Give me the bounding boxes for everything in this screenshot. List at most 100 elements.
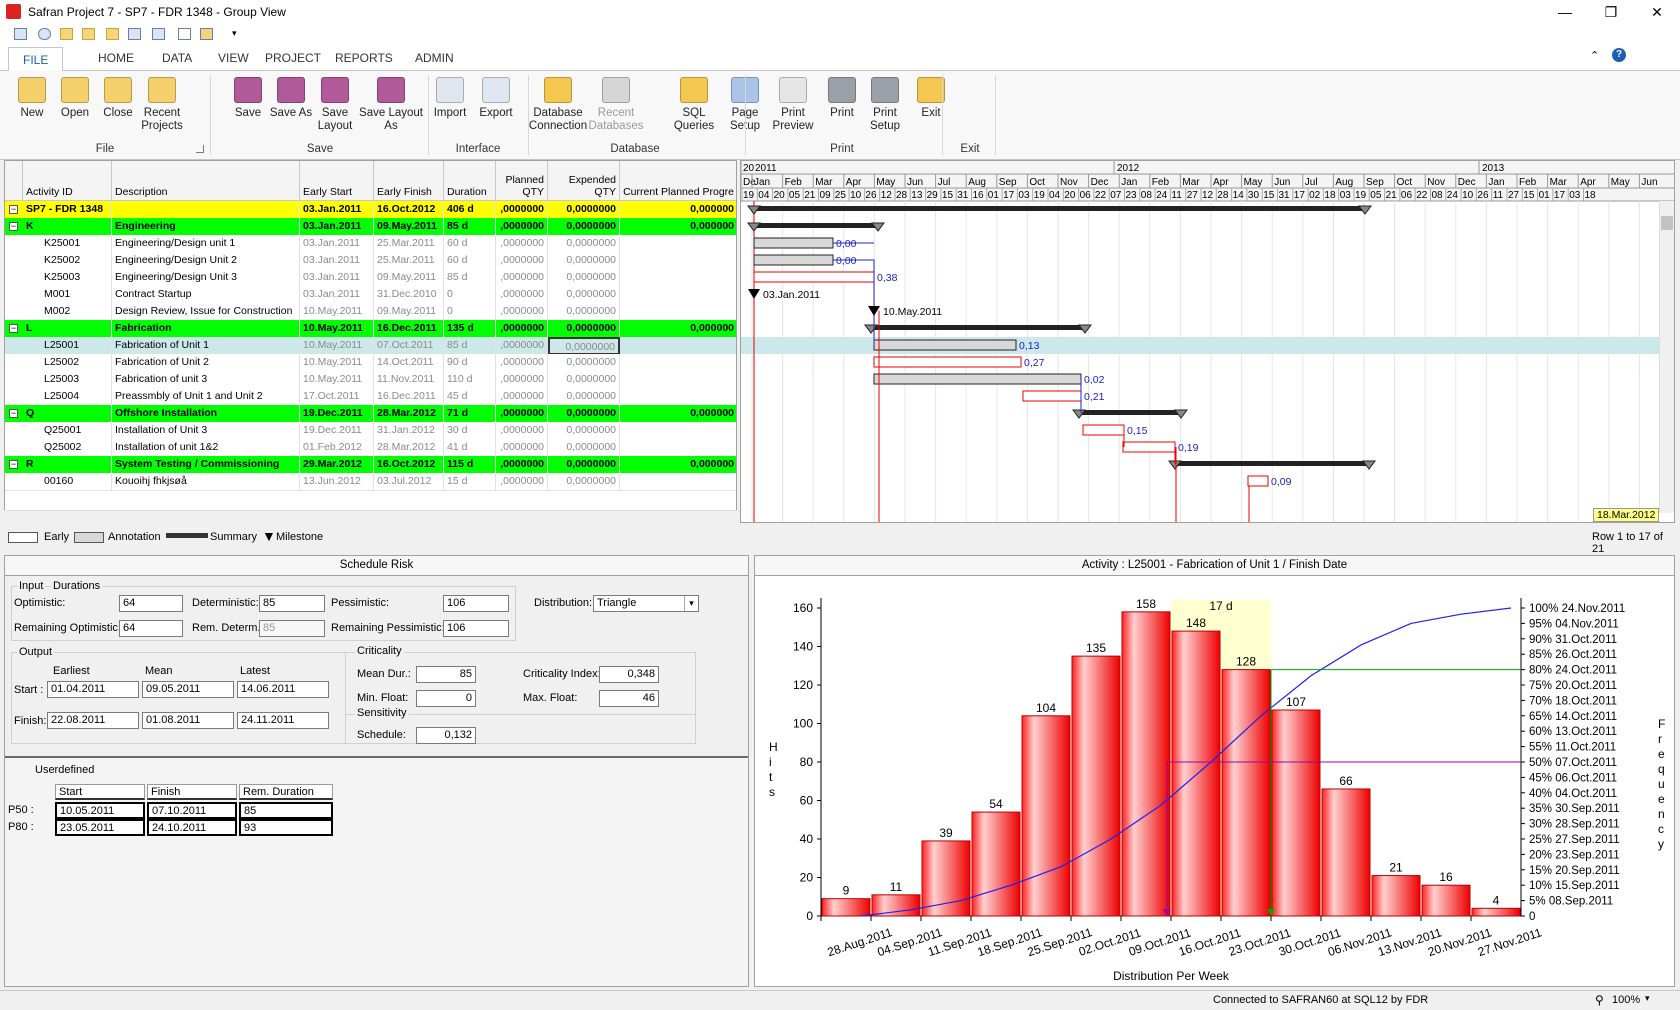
gantt-bar[interactable]: [753, 271, 875, 283]
gantt-canvas[interactable]: 2011 2012 201320DeJan Feb Mar Apr May Jun Jul Aug…: [741, 161, 1675, 523]
gantt-bar[interactable]: [873, 373, 1082, 385]
milestone-icon[interactable]: [868, 306, 880, 316]
tab-project[interactable]: PROJECT: [265, 51, 321, 65]
grid-cell-desc[interactable]: [112, 201, 300, 219]
ud-p50-start[interactable]: 10.05.2011: [55, 802, 145, 819]
grid-header-4[interactable]: Duration: [444, 161, 496, 201]
table-row[interactable]: L25003 Fabrication of unit 3 10.May.2011 11…: [5, 371, 736, 389]
zoom-level[interactable]: 100%: [1612, 994, 1640, 1006]
grid-cell-desc[interactable]: Fabrication of Unit 1: [112, 337, 300, 355]
gantt-bar[interactable]: [873, 356, 1022, 368]
histogram-bar[interactable]: [1471, 907, 1521, 917]
ribbon-button-save-as[interactable]: Save As: [266, 77, 316, 120]
schedule-field[interactable]: 0,132: [416, 727, 476, 744]
histogram-bar[interactable]: [1071, 655, 1121, 917]
grid-cell-id[interactable]: SP7 - FDR 1348: [23, 201, 112, 219]
deterministic-field[interactable]: 85: [259, 595, 325, 612]
histogram-chart[interactable]: 17 d020406080100120140160928.Aug.2011110…: [755, 576, 1674, 986]
finish-mean-field[interactable]: 01.08.2011: [142, 712, 234, 729]
histogram-bar[interactable]: [821, 898, 871, 917]
gantt-bar[interactable]: [873, 339, 1017, 351]
criticality-index-field[interactable]: 0,348: [599, 666, 659, 683]
table-row[interactable]: M002 Design Review, Issue for Constructio…: [5, 303, 736, 321]
histogram-bar[interactable]: [1221, 669, 1271, 917]
table-row[interactable]: Q25002 Installation of unit 1&2 01.Feb.201…: [5, 439, 736, 457]
collapse-toggle-icon[interactable]: −: [9, 205, 18, 214]
ribbon-button-database-connection[interactable]: Database Connection: [527, 77, 589, 133]
ribbon-button-exit[interactable]: Exit: [906, 77, 956, 120]
distribution-select[interactable]: Triangle ▾: [593, 595, 699, 612]
table-row[interactable]: Q25001 Installation of Unit 3 19.Dec.2011 3…: [5, 422, 736, 440]
milestone-icon[interactable]: [748, 289, 760, 299]
grid-cell-desc[interactable]: Contract Startup: [112, 286, 300, 304]
remaining-pessimistic-field[interactable]: 106: [443, 620, 509, 637]
collapse-toggle-icon[interactable]: −: [9, 460, 18, 469]
gantt-bar[interactable]: [1247, 475, 1269, 487]
grid-header-5[interactable]: Planned QTY: [496, 161, 548, 201]
grid-cell-id[interactable]: L25001: [41, 337, 112, 355]
gantt-summary-bar[interactable]: [754, 223, 878, 228]
grid-cell-desc[interactable]: Fabrication of Unit 2: [112, 354, 300, 372]
histogram-bar[interactable]: [1121, 611, 1171, 917]
ribbon-button-save-layout[interactable]: Save Layout: [310, 77, 360, 133]
finish-earliest-field[interactable]: 22.08.2011: [47, 712, 139, 729]
table-row[interactable]: K25002 Engineering/Design Unit 2 03.Jan.20…: [5, 252, 736, 270]
grid-cell-id[interactable]: K: [23, 218, 112, 236]
grid-header-6[interactable]: Expended QTY: [548, 161, 620, 201]
table-row[interactable]: L25004 Preassmbly of Unit 1 and Unit 2 17.…: [5, 388, 736, 406]
grid-cell-desc[interactable]: Fabrication: [112, 320, 300, 338]
ribbon-button-import[interactable]: Import: [425, 77, 475, 120]
grid-cell-desc[interactable]: Engineering: [112, 218, 300, 236]
ribbon-button-recent-projects[interactable]: Recent Projects: [132, 77, 192, 133]
qat-disk-icon[interactable]: [128, 28, 141, 40]
histogram-bar[interactable]: [921, 840, 971, 917]
qat-save-icon[interactable]: [14, 28, 27, 40]
table-row[interactable]: M001 Contract Startup 03.Jan.2011 31.Dec.20…: [5, 286, 736, 304]
table-row[interactable]: − R System Testing / Commissioning 29.Mar.2…: [5, 456, 736, 474]
grid-cell-id[interactable]: M001: [41, 286, 112, 304]
gantt-bar[interactable]: [1022, 390, 1082, 402]
gantt-scroll-thumb[interactable]: [1661, 216, 1673, 230]
max-float-field[interactable]: 46: [599, 690, 659, 707]
gantt-bar[interactable]: [1082, 424, 1125, 436]
remaining-optimistic-field[interactable]: 64: [119, 620, 183, 637]
table-row[interactable]: L25002 Fabrication of Unit 2 10.May.2011 14…: [5, 354, 736, 372]
tab-data[interactable]: DATA: [162, 51, 192, 65]
start-earliest-field[interactable]: 01.04.2011: [47, 681, 139, 698]
ribbon-button-print-preview[interactable]: Print Preview: [766, 77, 820, 133]
grid-cell-desc[interactable]: Kouoihj fhkjsøå: [112, 473, 300, 491]
histogram-bar[interactable]: [871, 894, 921, 917]
close-window-button[interactable]: ✕: [1634, 0, 1680, 25]
qat-open-folder-icon[interactable]: [82, 28, 95, 40]
qat-folder-icon[interactable]: [106, 28, 119, 40]
gantt-bar[interactable]: [753, 237, 834, 249]
histogram-bar[interactable]: [1021, 715, 1071, 917]
gantt-scrollbar[interactable]: [1659, 201, 1674, 513]
histogram-bar[interactable]: [1171, 630, 1221, 917]
grid-header-7[interactable]: Current Planned Progre: [620, 161, 736, 201]
grid-cell-desc[interactable]: Installation of unit 1&2: [112, 439, 300, 457]
start-mean-field[interactable]: 09.05.2011: [142, 681, 234, 698]
grid-cell-desc[interactable]: Design Review, Issue for Construction: [112, 303, 300, 321]
histogram-bar[interactable]: [1371, 875, 1421, 917]
histogram-bar[interactable]: [1421, 884, 1471, 917]
grid-cell-desc[interactable]: Fabrication of unit 3: [112, 371, 300, 389]
histogram-bar[interactable]: [1321, 788, 1371, 917]
gantt-summary-bar[interactable]: [1079, 410, 1181, 415]
gantt-summary-bar[interactable]: [754, 206, 1365, 211]
grid-cell-id[interactable]: M002: [41, 303, 112, 321]
tab-reports[interactable]: REPORTS: [335, 51, 393, 65]
table-row[interactable]: 00160 Kouoihj fhkjsøå 13.Jun.2012 03.Jul.20…: [5, 473, 736, 491]
histogram-bar[interactable]: [1271, 709, 1321, 917]
table-row[interactable]: − K Engineering 03.Jan.2011 09.May.2011 85 d,…: [5, 218, 736, 236]
ud-p80-start[interactable]: 23.05.2011: [55, 819, 145, 836]
grid-cell-id[interactable]: L25002: [41, 354, 112, 372]
grid-cell-desc[interactable]: Engineering/Design Unit 2: [112, 252, 300, 270]
ud-p50-rem[interactable]: 85: [239, 802, 333, 819]
table-row[interactable]: L25001 Fabrication of Unit 1 10.May.2011 07…: [5, 337, 736, 355]
grid-cell-desc[interactable]: Engineering/Design Unit 3: [112, 269, 300, 287]
grid-cell-id[interactable]: Q25002: [41, 439, 112, 457]
grid-cell-id[interactable]: L25003: [41, 371, 112, 389]
qat-camera-icon[interactable]: [200, 28, 213, 40]
ribbon-button-export[interactable]: Export: [471, 77, 521, 120]
